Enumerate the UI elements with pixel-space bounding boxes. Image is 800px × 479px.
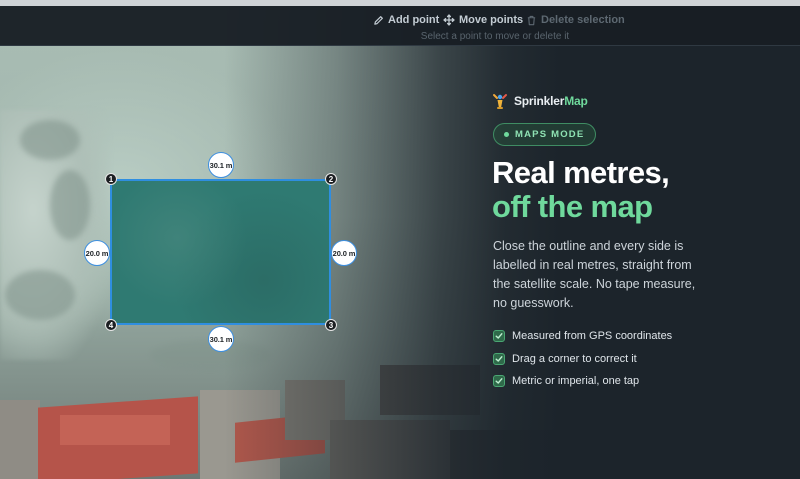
building-roof — [0, 400, 40, 479]
field-polygon[interactable] — [110, 179, 331, 325]
vegetation-patch — [20, 120, 80, 160]
move-points-button[interactable]: Move points — [443, 13, 523, 27]
feature-item: Measured from GPS coordinates — [493, 325, 672, 348]
feature-label: Metric or imperial, one tap — [512, 375, 640, 388]
edge-length-left: 20.0 m — [84, 240, 110, 266]
add-point-button[interactable]: Add point — [372, 13, 439, 27]
edge-length-bottom: 30.1 m — [208, 326, 234, 352]
feature-item: Metric or imperial, one tap — [493, 370, 672, 393]
headline-line-1: Real metres, — [492, 155, 670, 190]
mode-badge-label: MAPS MODE — [515, 129, 585, 140]
building-roof — [450, 430, 560, 479]
delete-selection-button[interactable]: Delete selection — [525, 13, 625, 27]
vertex-4[interactable]: 4 — [105, 319, 117, 331]
edge-length-top: 30.1 m — [208, 152, 234, 178]
checkmark-icon — [493, 375, 505, 388]
headline-line-2: off the map — [492, 189, 653, 224]
vegetation-patch — [50, 170, 90, 240]
feature-label: Measured from GPS coordinates — [512, 330, 673, 343]
checkmark-icon — [493, 352, 505, 365]
status-dot-icon — [504, 132, 509, 137]
panel-description: Close the outline and every side is labe… — [493, 239, 696, 310]
headline: Real metres, off the map — [492, 155, 670, 224]
move-arrows-icon — [443, 14, 455, 26]
brand-name-suffix: Map — [564, 94, 588, 108]
feature-list: Measured from GPS coordinates Drag a cor… — [493, 325, 672, 393]
feature-label: Drag a corner to correct it — [512, 352, 637, 365]
building-roof — [60, 415, 170, 445]
edge-length-right: 20.0 m — [331, 240, 357, 266]
brand: SprinklerMap — [492, 92, 588, 110]
feature-item: Drag a corner to correct it — [493, 348, 672, 371]
brand-name: SprinklerMap — [514, 94, 588, 108]
delete-selection-label: Delete selection — [541, 14, 625, 26]
buildings — [0, 360, 560, 479]
sprinkler-logo-icon — [492, 92, 508, 110]
brand-name-prefix: Sprinkler — [514, 94, 565, 108]
vertex-2[interactable]: 2 — [325, 173, 337, 185]
vertex-3[interactable]: 3 — [325, 319, 337, 331]
add-point-label: Add point — [388, 14, 440, 26]
toolbar-hint: Select a point to move or delete it — [420, 31, 570, 42]
building-roof — [330, 420, 450, 479]
app-canvas: Add point Move points Delete selection S… — [0, 0, 800, 479]
trash-icon — [525, 14, 537, 26]
building-roof — [380, 365, 480, 415]
vegetation-patch — [5, 270, 75, 320]
mode-badge: MAPS MODE — [493, 123, 597, 146]
vertex-1[interactable]: 1 — [105, 173, 117, 185]
checkmark-icon — [493, 330, 505, 343]
move-points-label: Move points — [459, 14, 524, 26]
map-toolbar: Add point Move points Delete selection S… — [0, 6, 800, 46]
pencil-icon — [372, 14, 384, 26]
